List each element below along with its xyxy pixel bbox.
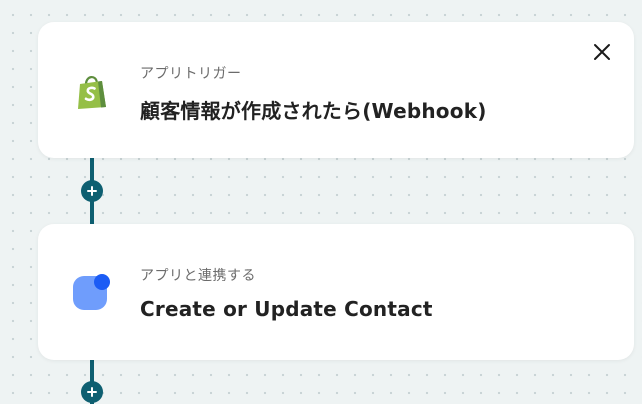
close-icon bbox=[594, 44, 610, 60]
shopify-icon bbox=[72, 70, 114, 112]
add-step-button[interactable] bbox=[81, 381, 103, 403]
step-type-label: アプリトリガー bbox=[140, 66, 242, 82]
app-connect-icon bbox=[72, 272, 114, 314]
step-title: 顧客情報が作成されたら(Webhook) bbox=[140, 99, 487, 123]
step-title: Create or Update Contact bbox=[140, 297, 433, 321]
close-button[interactable] bbox=[590, 40, 614, 64]
plus-icon bbox=[87, 387, 97, 397]
flow-step-card-action[interactable]: アプリと連携する Create or Update Contact bbox=[38, 224, 634, 360]
add-step-button[interactable] bbox=[81, 180, 103, 202]
step-type-label: アプリと連携する bbox=[140, 268, 256, 284]
flow-step-card-trigger[interactable]: アプリトリガー 顧客情報が作成されたら(Webhook) bbox=[38, 22, 634, 158]
plus-icon bbox=[87, 186, 97, 196]
